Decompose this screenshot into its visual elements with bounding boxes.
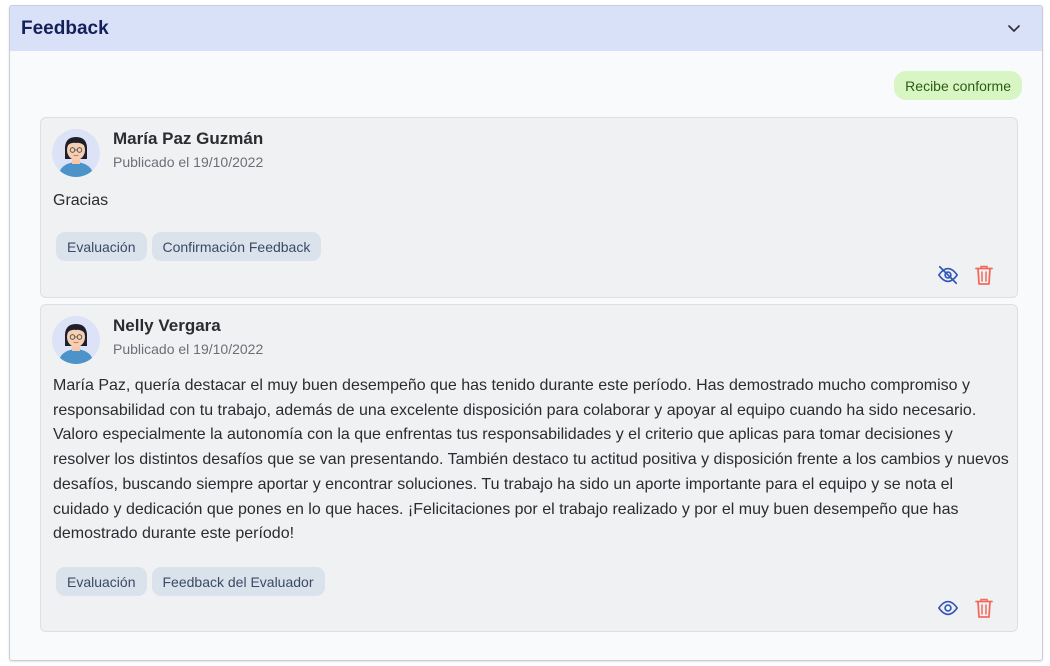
published-date: Publicado el 19/10/2022 xyxy=(113,154,264,170)
eye-off-icon[interactable] xyxy=(937,264,959,286)
trash-icon[interactable] xyxy=(973,264,995,286)
tag: Evaluación xyxy=(56,232,147,261)
author-name: María Paz Guzmán xyxy=(113,129,264,148)
avatar xyxy=(52,129,100,177)
tag: Confirmación Feedback xyxy=(151,232,322,261)
comment-card: Nelly Vergara Publicado el 19/10/2022 Ma… xyxy=(40,304,1018,632)
tag: Feedback del Evaluador xyxy=(151,567,325,596)
chevron-down-icon[interactable] xyxy=(1006,21,1022,37)
comment-actions xyxy=(937,264,995,286)
comment-text: María Paz, quería destacar el muy buen d… xyxy=(53,377,1009,543)
author-name: Nelly Vergara xyxy=(113,316,221,335)
tag: Evaluación xyxy=(56,567,147,596)
published-date: Publicado el 19/10/2022 xyxy=(113,341,264,357)
eye-icon[interactable] xyxy=(937,597,959,619)
trash-icon[interactable] xyxy=(973,597,995,619)
panel-header[interactable]: Feedback xyxy=(10,6,1042,51)
tag-list: Evaluación Feedback del Evaluador xyxy=(56,567,325,596)
comment-actions xyxy=(937,597,995,619)
feedback-panel: Feedback Recibe conforme María Paz Guzmá… xyxy=(9,5,1043,661)
panel-title: Feedback xyxy=(21,17,109,39)
status-badge: Recibe conforme xyxy=(894,71,1022,100)
status-row: Recibe conforme xyxy=(10,51,1042,117)
comment-text: Gracias xyxy=(53,192,109,209)
comment-card: María Paz Guzmán Publicado el 19/10/2022… xyxy=(40,117,1018,298)
tag-list: Evaluación Confirmación Feedback xyxy=(56,232,322,261)
avatar xyxy=(52,316,100,364)
